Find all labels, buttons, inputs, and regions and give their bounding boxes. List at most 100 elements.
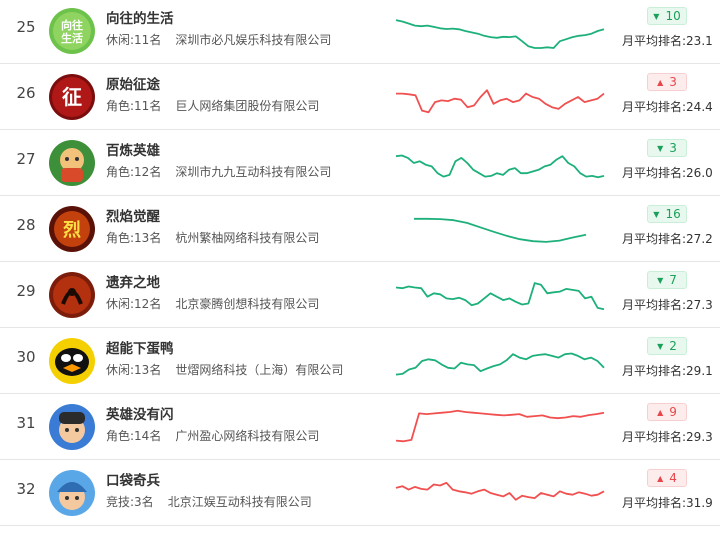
category-rank: 角色:12名 <box>106 165 162 179</box>
company-name: 北京江娱互动科技有限公司 <box>167 495 312 509</box>
list-item[interactable]: 27 百炼英雄 角色:12名 深圳市九九互动科技有限公司 ▼ 3 月平均排名:26.0 <box>0 130 720 196</box>
list-item[interactable]: 32 口袋奇兵 竞技:3名 北京江娱互动科技有限公司 ▲ 4 月平均排名:31.9 <box>0 460 720 526</box>
game-icon-yingxiong[interactable] <box>49 404 95 450</box>
trend-sparkline <box>395 481 605 501</box>
company-name: 杭州繁柚网络科技有限公司 <box>175 231 320 245</box>
trend-line <box>395 481 605 501</box>
svg-text:征: 征 <box>62 85 82 109</box>
rank-change-value: 3 <box>669 141 677 155</box>
rank-change-value: 3 <box>669 75 677 89</box>
game-icon-bailian[interactable] <box>49 140 95 186</box>
triangle-down-icon: ▼ <box>657 341 664 351</box>
triangle-down-icon: ▼ <box>653 209 660 219</box>
app-meta: 角色:11名 巨人网络集团股份有限公司 <box>106 97 319 114</box>
trend-line <box>396 89 605 114</box>
rank-number: 26 <box>16 84 36 102</box>
rank-change-value: 10 <box>665 9 681 23</box>
game-icon-koudai[interactable] <box>49 470 95 516</box>
app-meta: 角色:14名 广州盈心网络科技有限公司 <box>106 427 319 444</box>
trend-line <box>395 409 605 443</box>
company-name: 世熠网络科技（上海）有限公司 <box>175 363 344 377</box>
avg-value: 29.1 <box>686 364 713 378</box>
avg-label: 月平均排名: <box>622 298 687 312</box>
rank-change-badge: ▲ 4 <box>647 469 687 487</box>
avg-value: 27.3 <box>686 298 713 312</box>
avg-value: 29.3 <box>686 430 713 444</box>
monthly-average-rank: 月平均排名:29.1 <box>622 362 713 379</box>
monthly-average-rank: 月平均排名:29.3 <box>622 428 713 445</box>
trend-line <box>395 282 605 311</box>
game-icon-yuanshi[interactable]: 征 <box>49 74 95 120</box>
monthly-average-rank: 月平均排名:27.3 <box>622 296 713 313</box>
trend-sparkline <box>395 282 605 311</box>
category-rank: 休闲:12名 <box>106 297 162 311</box>
rank-change-value: 2 <box>669 339 677 353</box>
app-name[interactable]: 百炼英雄 <box>106 139 160 159</box>
avg-label: 月平均排名: <box>622 232 687 246</box>
avg-label: 月平均排名: <box>622 430 687 444</box>
app-name[interactable]: 英雄没有闪 <box>106 403 174 423</box>
rank-number: 28 <box>16 216 36 234</box>
triangle-up-icon: ▲ <box>657 77 664 87</box>
rank-change-badge: ▼ 7 <box>647 271 687 289</box>
list-item[interactable]: 31 英雄没有闪角色:14名 广州盈心网络科技有限公司 ▲ 9 月平均排名:29.3 <box>0 394 720 460</box>
list-item[interactable]: 28 烈 烈焰觉醒角色:13名 杭州繁柚网络科技有限公司 ▼ 16 月平均排名:27.2 <box>0 196 720 262</box>
trend-line <box>395 19 605 49</box>
rank-number: 31 <box>16 414 36 432</box>
triangle-up-icon: ▲ <box>657 407 664 417</box>
rank-change-value: 16 <box>665 207 681 221</box>
list-item[interactable]: 25 向往 生活 向往的生活 休闲:11名 深圳市必凡娱乐科技有限公司 ▼ 10 月平均排名:2… <box>0 0 720 64</box>
app-meta: 竞技:3名 北京江娱互动科技有限公司 <box>106 493 312 510</box>
svg-text:向往: 向往 <box>61 18 83 32</box>
game-icon-yiqi[interactable] <box>49 272 95 318</box>
app-meta: 休闲:13名 世熠网络科技（上海）有限公司 <box>106 361 343 378</box>
app-ranking-list: 25 向往 生活 向往的生活 休闲:11名 深圳市必凡娱乐科技有限公司 ▼ 10 月平均排名:2… <box>0 0 720 526</box>
rank-change-badge: ▼ 2 <box>647 337 687 355</box>
rank-change-badge: ▼ 16 <box>647 205 687 223</box>
app-meta: 角色:12名 深圳市九九互动科技有限公司 <box>106 163 331 180</box>
list-item[interactable]: 26 征原始征途 角色:11名 巨人网络集团股份有限公司 ▲ 3 月平均排名:24.4 <box>0 64 720 130</box>
trend-sparkline <box>396 89 605 114</box>
monthly-average-rank: 月平均排名:27.2 <box>622 230 713 247</box>
category-rank: 角色:11名 <box>106 99 162 113</box>
trend-sparkline <box>395 154 605 179</box>
app-name[interactable]: 原始征途 <box>106 73 160 93</box>
avg-value: 23.1 <box>686 34 713 48</box>
app-name[interactable]: 向往的生活 <box>106 7 174 27</box>
rank-change-value: 9 <box>669 405 677 419</box>
avg-label: 月平均排名: <box>622 364 687 378</box>
avg-label: 月平均排名: <box>622 100 687 114</box>
game-icon-lieyan[interactable]: 烈 <box>49 206 95 252</box>
category-rank: 休闲:13名 <box>106 363 162 377</box>
list-item[interactable]: 29 遗弃之地 休闲:12名 北京豪腾创想科技有限公司 ▼ 7 月平均排名:27.3 <box>0 262 720 328</box>
rank-change-badge: ▼ 10 <box>647 7 687 25</box>
trend-line <box>414 217 587 243</box>
triangle-down-icon: ▼ <box>653 11 660 21</box>
company-name: 广州盈心网络科技有限公司 <box>175 429 320 443</box>
app-name[interactable]: 烈焰觉醒 <box>106 205 160 225</box>
app-meta: 休闲:11名 深圳市必凡娱乐科技有限公司 <box>106 31 331 48</box>
list-item[interactable]: 30 超能下蛋鸭 休闲:13名 世熠网络科技（上海）有限公司 ▼ 2 月平均排名:29.1 <box>0 328 720 394</box>
svg-text:生活: 生活 <box>61 31 83 45</box>
trend-sparkline <box>414 217 587 243</box>
app-meta: 角色:13名 杭州繁柚网络科技有限公司 <box>106 229 319 246</box>
rank-number: 30 <box>16 348 36 366</box>
rank-number: 27 <box>16 150 36 168</box>
trend-sparkline <box>395 409 605 443</box>
trend-sparkline <box>395 19 605 49</box>
company-name: 巨人网络集团股份有限公司 <box>175 99 320 113</box>
monthly-average-rank: 月平均排名:26.0 <box>622 164 713 181</box>
game-icon-chaoneng[interactable] <box>49 338 95 384</box>
triangle-up-icon: ▲ <box>657 473 664 483</box>
game-icon-xiangwang[interactable]: 向往 生活 <box>49 8 95 54</box>
company-name: 北京豪腾创想科技有限公司 <box>175 297 320 311</box>
app-name[interactable]: 超能下蛋鸭 <box>106 337 174 357</box>
category-rank: 休闲:11名 <box>106 33 162 47</box>
app-name[interactable]: 遗弃之地 <box>106 271 160 291</box>
rank-number: 32 <box>16 480 36 498</box>
trend-line <box>395 352 605 376</box>
app-name[interactable]: 口袋奇兵 <box>106 469 160 489</box>
company-name: 深圳市必凡娱乐科技有限公司 <box>175 33 332 47</box>
company-name: 深圳市九九互动科技有限公司 <box>175 165 332 179</box>
svg-text:烈: 烈 <box>63 220 81 241</box>
